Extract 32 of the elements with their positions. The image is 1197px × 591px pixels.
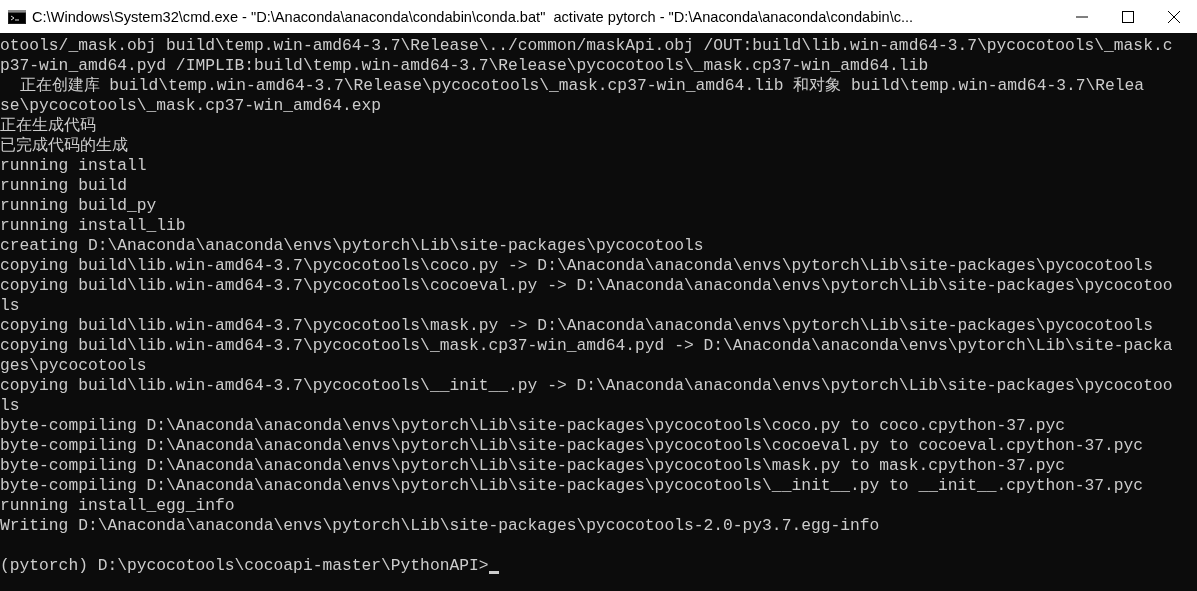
console-line: p37-win_amd64.pyd /IMPLIB:build\temp.win-amd64-3.7\Release\pycocotools\_mask.cp37-win_amd64.lib <box>0 56 929 76</box>
console-line: ges\pycocotools <box>0 356 147 376</box>
console-line: copying build\lib.win-amd64-3.7\pycocotools\_mask.cp37-win_amd64.pyd -> D:\Anaconda\anaconda\envs\pytorch\Lib\site-packa <box>0 336 1173 356</box>
console-line: byte-compiling D:\Anaconda\anaconda\envs\pytorch\Lib\site-packages\pycocotools\__init__.py to __init__.cpython-37.pyc <box>0 476 1144 496</box>
console-line: ls <box>0 296 20 316</box>
console-line: 正在生成代码 <box>0 116 96 136</box>
minimize-icon <box>1075 15 1089 18</box>
console-line: copying build\lib.win-amd64-3.7\pycocotools\coco.py -> D:\Anaconda\anaconda\envs\pytorch\Lib\site-packages\pycocotools <box>0 256 1153 276</box>
console-line: running install <box>0 156 147 176</box>
console-line: se\pycocotools\_mask.cp37-win_amd64.exp <box>0 96 382 116</box>
console-line: copying build\lib.win-amd64-3.7\pycocotools\cocoeval.py -> D:\Anaconda\anaconda\envs\pytorch\Lib\site-packages\pycocotoo <box>0 276 1173 296</box>
console-line: copying build\lib.win-amd64-3.7\pycocotools\mask.py -> D:\Anaconda\anaconda\envs\pytorch\Lib\site-packages\pycocotools <box>0 316 1153 336</box>
console-line: copying build\lib.win-amd64-3.7\pycocotools\__init__.py -> D:\Anaconda\anaconda\envs\pytorch\Lib\site-packages\pycocotoo <box>0 376 1173 396</box>
console-app-icon <box>8 9 26 24</box>
console-line: running install_lib <box>0 216 186 236</box>
console-line: byte-compiling D:\Anaconda\anaconda\envs\pytorch\Lib\site-packages\pycocotools\cocoeval.py to cocoeval.cpython-37.pyc <box>0 436 1144 456</box>
console-line: 已完成代码的生成 <box>0 136 128 156</box>
console-line: otools/_mask.obj build\temp.win-amd64-3.7\Release\../common/maskApi.obj /OUT:build\lib.win-amd64-3.7\pycocotools\_mask.c <box>0 36 1173 56</box>
text-cursor <box>488 570 499 574</box>
console-line: byte-compiling D:\Anaconda\anaconda\envs\pytorch\Lib\site-packages\pycocotools\mask.py to mask.cpython-37.pyc <box>0 456 1065 476</box>
console-line: 正在创建库 build\temp.win-amd64-3.7\Release\pycocotools\_mask.cp37-win_amd64.lib 和对象 build\temp.win-amd64-3.7\Relea <box>18 76 1145 96</box>
window-title: C:\Windows\System32\cmd.exe - "D:\Anaconda\anaconda\condabin\conda.bat" activate pytorch - "D:\Anaconda\anaconda\condabin\c... <box>32 8 915 25</box>
console-line: running install_egg_info <box>0 496 235 516</box>
console-line: running build_py <box>0 196 157 216</box>
console-line: byte-compiling D:\Anaconda\anaconda\envs\pytorch\Lib\site-packages\pycocotools\coco.py to coco.cpython-37.pyc <box>0 416 1065 436</box>
console-line: running build <box>0 176 127 196</box>
console-line: creating D:\Anaconda\anaconda\envs\pytorch\Lib\site-packages\pycocotools <box>0 236 704 256</box>
command-prompt: (pytorch) D:\pycocotools\cocoapi-master\PythonAPI> <box>0 556 489 576</box>
console-line: ls <box>0 396 20 416</box>
maximize-icon <box>1121 9 1135 24</box>
close-icon <box>1167 9 1181 24</box>
console-line: Writing D:\Anaconda\anaconda\envs\pytorch\Lib\site-packages\pycocotools-2.0-py3.7.egg-info <box>0 516 880 536</box>
